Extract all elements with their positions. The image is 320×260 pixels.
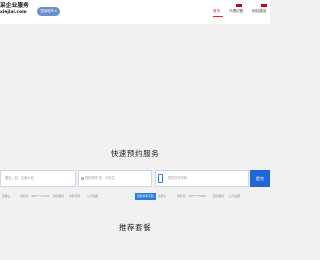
nav-item-home[interactable]: 首页	[213, 9, 220, 14]
ticker-phone: 手机号码	[69, 194, 81, 198]
name-placeholder: 您的称呼 如：马先生	[85, 176, 115, 180]
nav-active-indicator	[213, 16, 223, 17]
booking-form: 服务，如：注册公司 您的称呼 如：马先生 您的手机号码 提交	[0, 170, 270, 187]
ticker-phone: 手机号：187****1234	[20, 194, 50, 198]
logo-title: 采企业服务	[0, 3, 29, 9]
ticker-service: 注册公	[158, 194, 167, 198]
ticker-highlight: 您的手机号码	[135, 192, 156, 200]
hot-badge-icon	[236, 4, 242, 7]
hot-badge-icon	[261, 4, 267, 7]
phone-input[interactable]: 您的手机号码	[155, 170, 249, 187]
recent-orders-ticker: 注册公 手机号：187****1234 预约服务 手机号码 公司注册 您的手机号…	[0, 192, 270, 200]
ticker-service: 预约服务	[213, 194, 225, 198]
ticker-service: 公司注册	[87, 194, 99, 198]
name-input[interactable]: 您的称呼 如：马先生	[78, 170, 152, 187]
packages-title: 推荐套餐	[118, 223, 152, 232]
site-logo[interactable]: 采企业服务 xiejiai.com	[0, 3, 29, 16]
ticker-phone: 公司注册	[229, 194, 241, 198]
ticker-service: 注册公	[2, 194, 11, 198]
ticker-service: 预约服务	[53, 194, 65, 198]
nav-item-bookkeeping[interactable]: 代理记账	[229, 9, 243, 14]
service-input[interactable]: 服务，如：注册公司	[0, 170, 76, 187]
nav-item-website[interactable]: 网站建设	[252, 9, 266, 14]
top-header: 采企业服务 xiejiai.com 选择城市 ▾ 首页 代理记账 网站建设	[0, 0, 270, 24]
submit-button[interactable]: 提交	[250, 170, 270, 187]
user-icon	[81, 176, 84, 180]
ticker-phone: 手机号：187****0000	[177, 194, 207, 198]
phone-icon	[158, 174, 163, 183]
city-select-button[interactable]: 选择城市 ▾	[37, 7, 60, 16]
booking-title: 快速预约服务	[110, 149, 160, 158]
logo-url: xiejiai.com	[0, 10, 27, 15]
